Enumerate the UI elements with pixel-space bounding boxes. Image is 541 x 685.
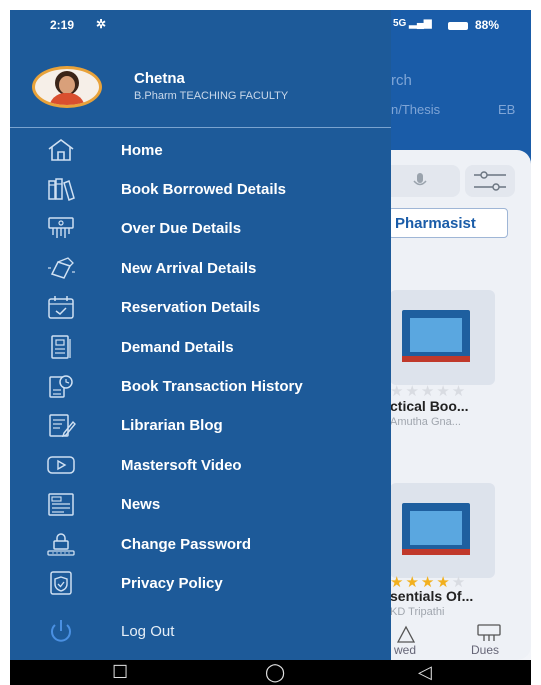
- menu-item-new-arrival[interactable]: New Arrival Details: [10, 250, 391, 288]
- menu-item-demand[interactable]: Demand Details: [10, 329, 391, 367]
- menu-label-book-borrowed: Book Borrowed Details: [121, 181, 287, 198]
- video-icon: [44, 451, 78, 479]
- menu-item-privacy-policy[interactable]: Privacy Policy: [10, 565, 391, 603]
- menu-label-librarian-blog: Librarian Blog: [121, 417, 223, 434]
- menu-item-librarian-blog[interactable]: Librarian Blog: [10, 407, 391, 445]
- battery-icon: [448, 22, 468, 30]
- recents-icon[interactable]: ☐: [112, 662, 128, 682]
- blog-icon: [44, 411, 78, 439]
- filter-icon: [474, 171, 506, 191]
- new-arrival-icon: [44, 254, 78, 282]
- dues-nav-icon[interactable]: [476, 623, 502, 643]
- overdue-icon: [44, 214, 78, 242]
- menu-label-privacy-policy: Privacy Policy: [121, 575, 223, 592]
- menu-label-change-password: Change Password: [121, 536, 252, 553]
- signal-icon: 5G ▂▄▆: [393, 18, 432, 29]
- nav-borrowed-label[interactable]: wed: [394, 643, 416, 657]
- lock-icon: [44, 530, 78, 558]
- power-icon: [44, 617, 78, 645]
- logout-button[interactable]: Log Out: [10, 613, 391, 651]
- menu-label-mastersoft-video: Mastersoft Video: [121, 457, 242, 474]
- user-name: Chetna: [134, 70, 185, 87]
- menu-item-mastersoft-video[interactable]: Mastersoft Video: [10, 447, 391, 485]
- history-icon: [44, 372, 78, 400]
- menu-label-transaction-history: Book Transaction History: [121, 378, 303, 395]
- status-bar: 2:19 ✲ 5G ▂▄▆ 88%: [10, 10, 531, 40]
- menu-item-home[interactable]: Home: [10, 132, 391, 170]
- back-icon[interactable]: ◁: [418, 662, 432, 682]
- menu-item-book-borrowed[interactable]: Book Borrowed Details: [10, 171, 391, 209]
- home-button-icon[interactable]: ◯: [265, 662, 285, 682]
- nav-dues-label[interactable]: Dues: [471, 643, 499, 657]
- book-author-1: Amutha Gna...: [390, 416, 461, 428]
- menu-item-transaction-history[interactable]: Book Transaction History: [10, 368, 391, 406]
- network-type: 5G: [393, 18, 407, 29]
- background-tab-eb[interactable]: EB: [498, 102, 515, 117]
- borrowed-nav-icon[interactable]: [395, 624, 417, 644]
- menu-item-over-due[interactable]: Over Due Details: [10, 210, 391, 248]
- system-nav-bar: ☐ ◯ ◁: [10, 660, 531, 685]
- gear-icon: ✲: [96, 17, 107, 31]
- status-time: 2:19: [50, 18, 75, 32]
- avatar[interactable]: [32, 66, 102, 108]
- menu-label-demand: Demand Details: [121, 339, 234, 356]
- app-frame: rch n/Thesis EB Pharmasist ★★★★★ ctical …: [10, 10, 531, 685]
- books-icon: [44, 175, 78, 203]
- drawer-divider: [10, 127, 391, 128]
- menu-label-reservation: Reservation Details: [121, 299, 261, 316]
- document-icon: [44, 333, 78, 361]
- news-icon: [44, 490, 78, 518]
- menu-label-home: Home: [121, 142, 163, 159]
- background-tab-search[interactable]: rch: [391, 72, 412, 89]
- book-cover-2[interactable]: [390, 483, 495, 578]
- menu-label-new-arrival: New Arrival Details: [121, 260, 257, 277]
- calendar-check-icon: [44, 293, 78, 321]
- menu-label-news: News: [121, 496, 161, 513]
- battery-percent: 88%: [475, 18, 500, 32]
- shield-icon: [44, 569, 78, 597]
- book-author-2: KD Tripathi: [390, 606, 445, 618]
- menu-item-news[interactable]: News: [10, 486, 391, 524]
- background-tab-thesis[interactable]: n/Thesis: [391, 102, 440, 117]
- filter-button[interactable]: [465, 165, 515, 197]
- book-title-2[interactable]: sentials Of...: [390, 588, 473, 604]
- book-cover-1[interactable]: [390, 290, 495, 385]
- menu-item-change-password[interactable]: Change Password: [10, 526, 391, 564]
- menu-item-reservation[interactable]: Reservation Details: [10, 289, 391, 327]
- mic-icon[interactable]: [410, 171, 430, 191]
- navigation-drawer: Chetna B.Pharm TEACHING FACULTY Home Boo…: [10, 10, 391, 660]
- category-chip[interactable]: Pharmasist: [388, 208, 508, 238]
- home-icon: [44, 136, 78, 164]
- menu-label-over-due: Over Due Details: [121, 220, 242, 237]
- book-title-1[interactable]: ctical Boo...: [390, 398, 469, 414]
- user-role: B.Pharm TEACHING FACULTY: [134, 90, 289, 102]
- logout-label: Log Out: [121, 623, 175, 640]
